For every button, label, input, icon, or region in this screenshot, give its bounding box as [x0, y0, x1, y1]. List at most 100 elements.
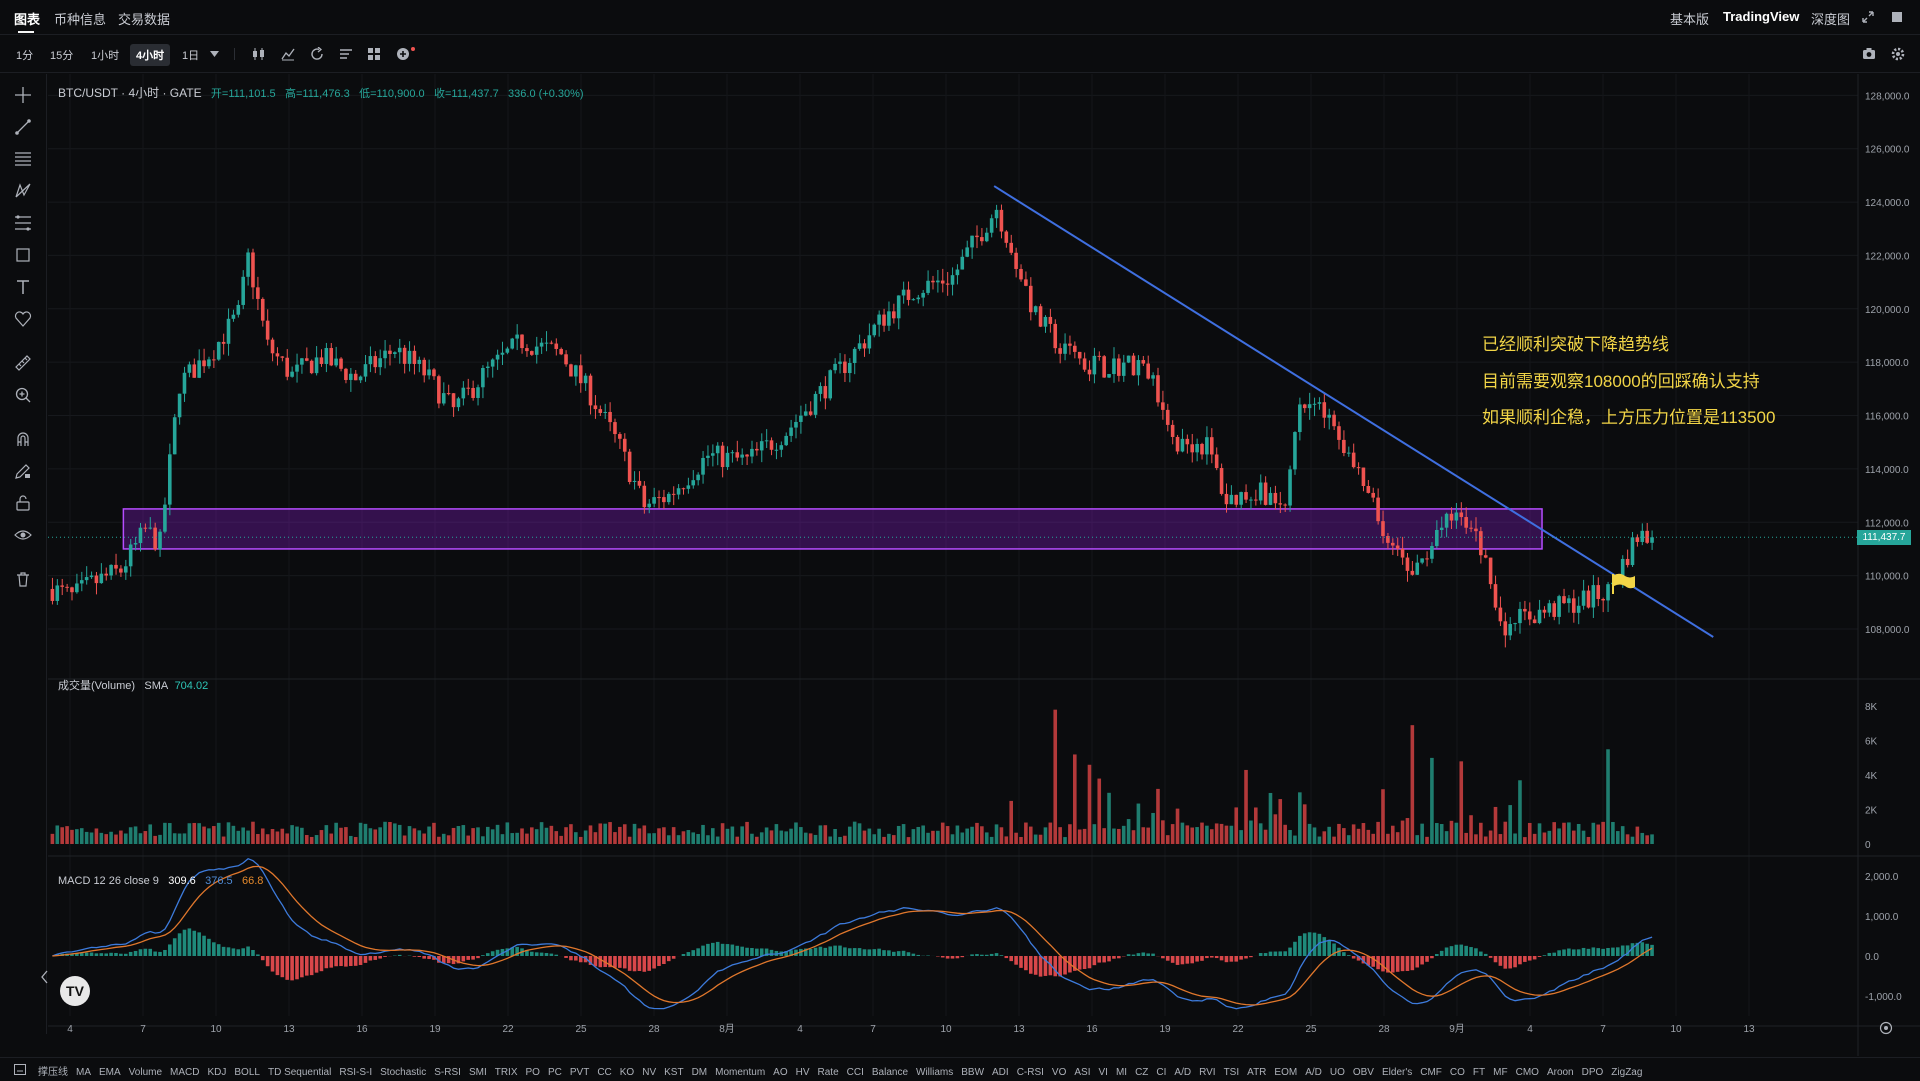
magnet-icon[interactable]: [14, 430, 32, 448]
indicator-19[interactable]: KST: [664, 1067, 683, 1078]
indicator-2[interactable]: EMA: [99, 1067, 121, 1078]
indicator-3[interactable]: Volume: [129, 1067, 162, 1078]
volume-label[interactable]: 成交量(Volume): [58, 680, 135, 692]
indicator-29[interactable]: ADI: [992, 1067, 1009, 1078]
timeframe-15m[interactable]: 15分: [50, 47, 73, 63]
eye-icon[interactable]: [14, 526, 32, 544]
heart-icon[interactable]: [14, 310, 32, 328]
depth-chart-link[interactable]: 深度图: [1811, 9, 1850, 28]
indicator-35[interactable]: CZ: [1135, 1067, 1148, 1078]
chevron-down-icon[interactable]: [210, 51, 219, 57]
rectangle-tool-icon[interactable]: [14, 246, 32, 264]
tab-chart[interactable]: 图表: [14, 9, 40, 28]
zoom-in-icon[interactable]: [14, 386, 32, 404]
indicator-40[interactable]: ATR: [1247, 1067, 1266, 1078]
indicator-28[interactable]: BBW: [961, 1067, 984, 1078]
tab-coin-info[interactable]: 币种信息: [54, 9, 106, 28]
indicator-21[interactable]: Momentum: [715, 1067, 765, 1078]
indicator-12[interactable]: TRIX: [495, 1067, 518, 1078]
indicators-icon[interactable]: [281, 47, 295, 61]
indicator-53[interactable]: ZigZag: [1611, 1067, 1642, 1078]
candle-type-icon[interactable]: [252, 47, 266, 61]
indicator-52[interactable]: DPO: [1582, 1067, 1604, 1078]
symbol-label[interactable]: BTC/USDT · 4小时 · GATE: [58, 86, 202, 100]
timeframe-1d[interactable]: 1日: [182, 47, 199, 63]
layout-grid-icon[interactable]: [367, 47, 381, 61]
indicator-17[interactable]: KO: [620, 1067, 634, 1078]
indicator-50[interactable]: CMO: [1516, 1067, 1539, 1078]
pattern-tool-icon[interactable]: [14, 182, 32, 200]
indicator-43[interactable]: UO: [1330, 1067, 1345, 1078]
basic-version-link[interactable]: 基本版: [1670, 9, 1709, 28]
gear-icon[interactable]: [1891, 47, 1905, 61]
indicator-36[interactable]: CI: [1156, 1067, 1166, 1078]
indicator-30[interactable]: C-RSI: [1017, 1067, 1044, 1078]
chart-canvas[interactable]: 128,000.0126,000.0124,000.0122,000.0120,…: [48, 74, 1920, 1056]
settings-list-icon[interactable]: [339, 47, 353, 61]
indicator-6[interactable]: BOLL: [234, 1067, 260, 1078]
indicator-41[interactable]: EOM: [1274, 1067, 1297, 1078]
timeframe-1h[interactable]: 1小时: [91, 47, 119, 63]
indicator-26[interactable]: Balance: [872, 1067, 908, 1078]
crosshair-icon[interactable]: [14, 86, 32, 104]
indicator-0[interactable]: 撑压线: [38, 1067, 68, 1078]
indicator-24[interactable]: Rate: [818, 1067, 839, 1078]
indicator-23[interactable]: HV: [796, 1067, 810, 1078]
indicator-18[interactable]: NV: [642, 1067, 656, 1078]
tab-trade-data[interactable]: 交易数据: [118, 9, 170, 28]
indicator-33[interactable]: VI: [1099, 1067, 1108, 1078]
tradingview-logo[interactable]: TV: [60, 976, 90, 1006]
indicator-7[interactable]: TD Sequential: [268, 1067, 331, 1078]
indicator-44[interactable]: OBV: [1353, 1067, 1374, 1078]
ruler-icon[interactable]: [14, 354, 32, 372]
indicator-10[interactable]: S-RSI: [434, 1067, 461, 1078]
indicator-37[interactable]: A/D: [1174, 1067, 1191, 1078]
text-tool-icon[interactable]: [14, 278, 32, 296]
indicator-31[interactable]: VO: [1052, 1067, 1066, 1078]
trash-icon[interactable]: [14, 570, 32, 588]
indicator-45[interactable]: Elder's: [1382, 1067, 1412, 1078]
indicator-38[interactable]: RVI: [1199, 1067, 1216, 1078]
indicator-15[interactable]: PVT: [570, 1067, 589, 1078]
indicator-16[interactable]: CC: [597, 1067, 611, 1078]
expand-icon[interactable]: [1862, 11, 1874, 23]
indicator-11[interactable]: SMI: [469, 1067, 487, 1078]
timeframe-1m[interactable]: 1分: [16, 47, 33, 63]
indicator-47[interactable]: CO: [1450, 1067, 1465, 1078]
lock-icon[interactable]: [14, 494, 32, 512]
indicator-39[interactable]: TSI: [1224, 1067, 1240, 1078]
indicator-22[interactable]: AO: [773, 1067, 787, 1078]
collapse-arrow-icon[interactable]: [41, 970, 49, 984]
indicator-5[interactable]: KDJ: [207, 1067, 226, 1078]
add-alert-icon[interactable]: [396, 46, 418, 62]
macd-label[interactable]: MACD 12 26 close 9: [58, 875, 159, 887]
indicator-27[interactable]: Williams: [916, 1067, 953, 1078]
indicator-13[interactable]: PO: [526, 1067, 540, 1078]
indicator-14[interactable]: PC: [548, 1067, 562, 1078]
indicator-46[interactable]: CMF: [1420, 1067, 1442, 1078]
indicator-42[interactable]: A/D: [1305, 1067, 1322, 1078]
tradingview-link[interactable]: TradingView: [1723, 9, 1799, 24]
indicator-4[interactable]: MACD: [170, 1067, 199, 1078]
camera-icon[interactable]: [1862, 47, 1876, 60]
horizontal-lines-icon[interactable]: [14, 150, 32, 168]
timeframe-4h[interactable]: 4小时: [130, 44, 170, 66]
indicator-25[interactable]: CCI: [847, 1067, 864, 1078]
indicator-48[interactable]: FT: [1473, 1067, 1485, 1078]
indicator-49[interactable]: MF: [1493, 1067, 1507, 1078]
pencil-lock-icon[interactable]: [14, 462, 32, 480]
indicator-1[interactable]: MA: [76, 1067, 91, 1078]
indicator-34[interactable]: MI: [1116, 1067, 1127, 1078]
candle-body: [559, 349, 563, 354]
indicator-32[interactable]: ASI: [1074, 1067, 1090, 1078]
fullscreen-icon[interactable]: [1891, 11, 1903, 23]
indicator-9[interactable]: Stochastic: [380, 1067, 426, 1078]
goto-realtime-icon[interactable]: [1879, 1021, 1893, 1035]
indicator-51[interactable]: Aroon: [1547, 1067, 1574, 1078]
fib-retracement-icon[interactable]: [14, 214, 32, 232]
indicator-8[interactable]: RSI-S-I: [339, 1067, 372, 1078]
refresh-icon[interactable]: [310, 47, 324, 61]
indicator-20[interactable]: DM: [692, 1067, 708, 1078]
indicator-panel-icon[interactable]: [14, 1064, 26, 1075]
trend-line-icon[interactable]: [14, 118, 32, 136]
